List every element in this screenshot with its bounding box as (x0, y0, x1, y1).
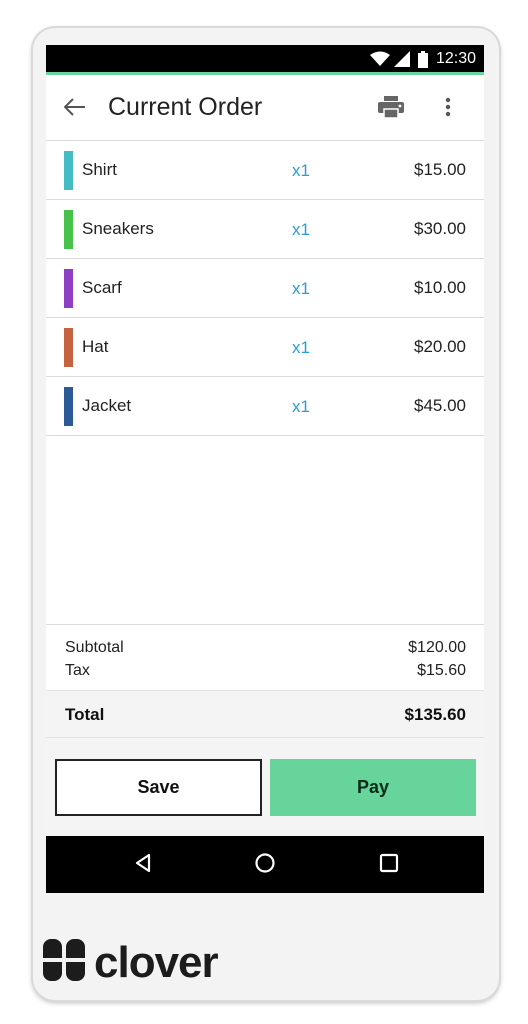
order-item-row[interactable]: Hat x1 $20.00 (46, 318, 484, 377)
item-quantity[interactable]: x1 (292, 220, 310, 240)
action-bar: Save Pay (46, 738, 484, 836)
status-bar: 12:30 (46, 45, 484, 75)
item-quantity[interactable]: x1 (292, 397, 310, 417)
order-item-row[interactable]: Jacket x1 $45.00 (46, 377, 484, 436)
order-item-row[interactable]: Shirt x1 $15.00 (46, 141, 484, 200)
item-quantity[interactable]: x1 (292, 161, 310, 181)
circle-home-icon (254, 852, 276, 879)
order-summary: Subtotal $120.00 Tax $15.60 (46, 625, 484, 691)
item-price: $20.00 (414, 337, 466, 356)
tax-value: $15.60 (417, 662, 466, 679)
item-color-tag (64, 269, 73, 308)
order-item-row[interactable]: Scarf x1 $10.00 (46, 259, 484, 318)
triangle-back-icon (134, 853, 152, 878)
status-icons: 12:30 (369, 50, 476, 68)
wifi-icon (369, 51, 390, 67)
item-price: $45.00 (414, 396, 466, 415)
more-options-button[interactable] (436, 95, 460, 123)
clover-leaf-icon (40, 936, 88, 989)
printer-icon (378, 95, 404, 123)
total-label: Total (65, 705, 105, 724)
item-quantity[interactable]: x1 (292, 279, 310, 299)
back-arrow-icon (63, 97, 86, 121)
print-button[interactable] (376, 95, 406, 123)
item-name: Jacket (82, 396, 132, 415)
total-value: $135.60 (404, 705, 466, 724)
item-name: Sneakers (82, 219, 154, 238)
item-name: Hat (82, 337, 109, 356)
pay-button[interactable]: Pay (270, 759, 476, 816)
item-quantity[interactable]: x1 (292, 338, 310, 358)
app-bar: Current Order (46, 75, 484, 141)
page-title: Current Order (108, 93, 263, 121)
phone-screen: 12:30 Current Order Shirt x1 $15.00 Snea… (46, 45, 484, 893)
item-color-tag (64, 328, 73, 367)
item-price: $30.00 (414, 219, 466, 238)
nav-recents-button[interactable] (375, 852, 403, 878)
item-name: Scarf (82, 278, 122, 297)
nav-back-button[interactable] (129, 852, 157, 878)
save-button[interactable]: Save (55, 759, 262, 816)
item-color-tag (64, 151, 73, 190)
item-price: $10.00 (414, 278, 466, 297)
order-items-list: Shirt x1 $15.00 Sneakers x1 $30.00 Scarf… (46, 141, 484, 436)
total-row: Total $135.60 (46, 691, 484, 738)
square-recents-icon (379, 853, 399, 878)
item-color-tag (64, 387, 73, 426)
subtotal-value: $120.00 (408, 639, 466, 656)
empty-list-area (46, 436, 484, 625)
signal-icon (393, 51, 410, 67)
status-time: 12:30 (435, 50, 476, 67)
battery-icon (417, 50, 428, 68)
back-button[interactable] (60, 95, 90, 123)
subtotal-label: Subtotal (65, 639, 124, 656)
item-name: Shirt (82, 160, 117, 179)
brand-name: clover (94, 937, 219, 987)
tax-label: Tax (65, 662, 90, 679)
order-item-row[interactable]: Sneakers x1 $30.00 (46, 200, 484, 259)
system-nav-bar (46, 836, 484, 893)
nav-home-button[interactable] (251, 852, 279, 878)
item-color-tag (64, 210, 73, 249)
clover-logo: clover (40, 936, 219, 989)
more-vert-icon (445, 97, 451, 122)
item-price: $15.00 (414, 160, 466, 179)
